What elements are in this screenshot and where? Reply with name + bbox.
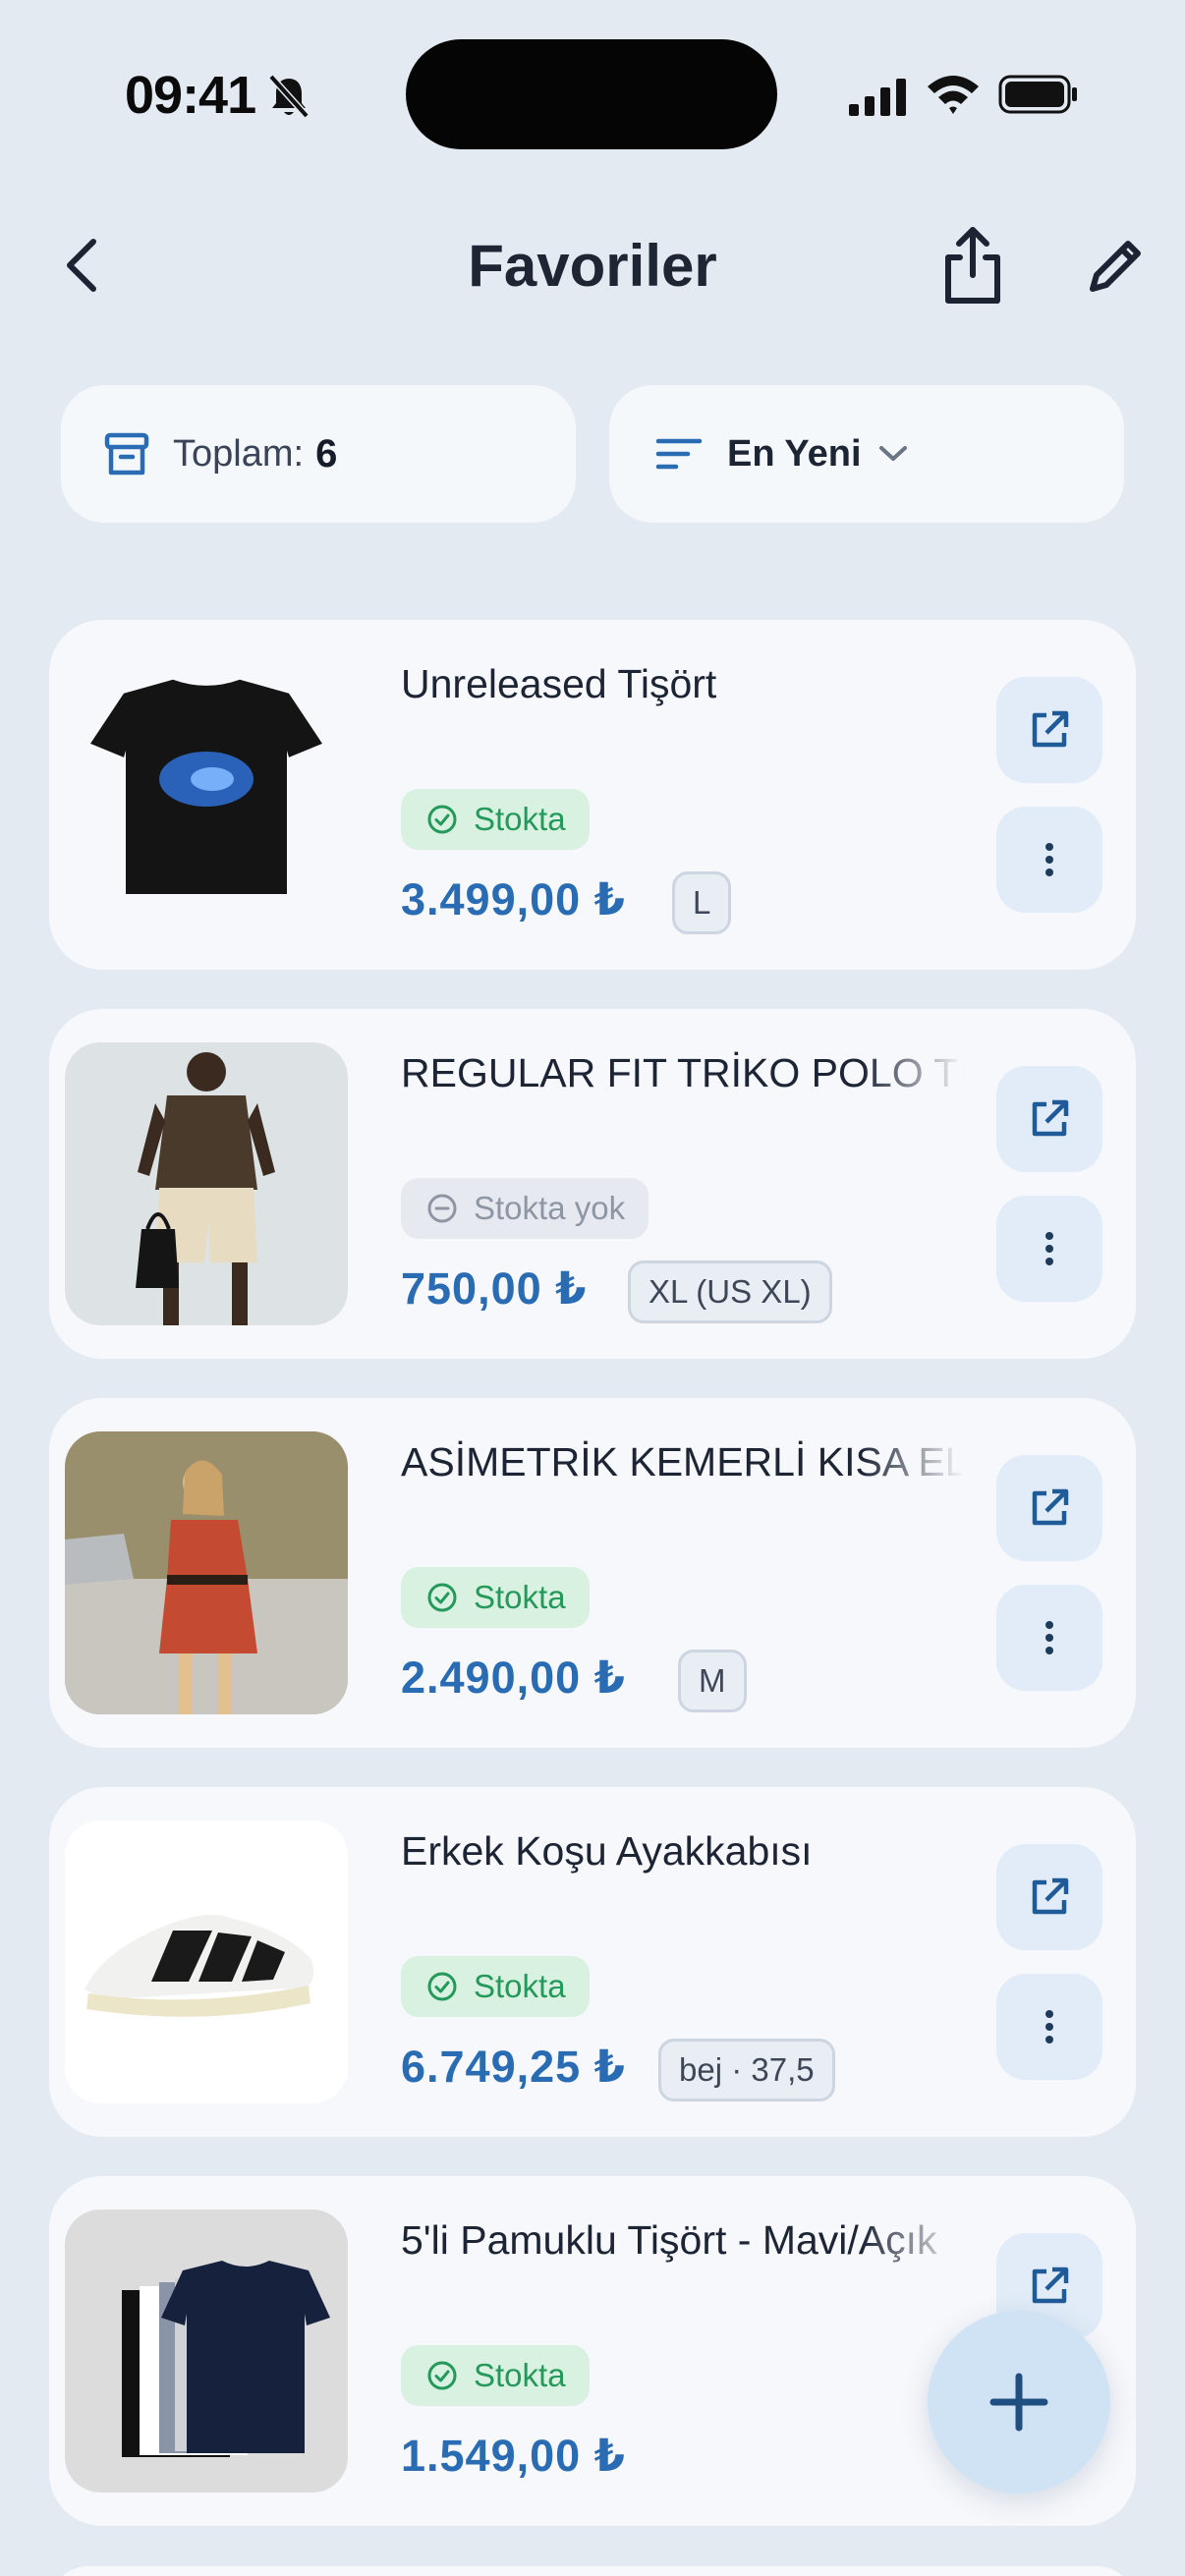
status-time: 09:41: [125, 66, 256, 125]
share-button[interactable]: [938, 224, 1007, 307]
bell-muted-icon: [268, 74, 310, 119]
stock-badge: Stokta: [401, 2345, 590, 2406]
tshirt-pack-image: [65, 2210, 348, 2492]
more-options-button[interactable]: [996, 807, 1102, 913]
open-link-button[interactable]: [996, 1066, 1102, 1172]
battery-icon: [998, 75, 1077, 114]
sort-label: En Yeni: [727, 432, 862, 475]
external-link-icon: [1032, 1099, 1069, 1137]
favorite-item-card[interactable]: Unreleased Tişört Stokta 3.499,00 ₺ L: [49, 620, 1136, 970]
edit-pencil-button[interactable]: [1081, 232, 1150, 301]
add-favorite-button[interactable]: [928, 2311, 1110, 2493]
variant-chip: XL (US XL): [628, 1260, 832, 1323]
total-label: Toplam:: [173, 432, 305, 475]
stock-badge: Stokta: [401, 789, 590, 850]
item-name: ASİMETRİK KEMERLİ KISA ELBİSE: [401, 1439, 963, 1484]
favorite-item-card[interactable]: Erkek Koşu Ayakkabısı Stokta 6.749,25 ₺ …: [49, 1787, 1136, 2137]
chevron-down-icon: [878, 446, 907, 461]
item-name: Erkek Koşu Ayakkabısı: [401, 1828, 813, 1874]
stock-badge: Stokta: [401, 1956, 590, 2017]
stock-badge: Stokta: [401, 1567, 590, 1628]
favorite-item-card[interactable]: REGULAR FIT TRİKO POLO TİŞÖRT Stokta yok…: [49, 1009, 1136, 1359]
variant-chip: bej · 37,5: [658, 2039, 835, 2101]
favorite-item-card[interactable]: ASİMETRİK KEMERLİ KISA ELBİSE Stokta 2.4…: [49, 1398, 1136, 1748]
dynamic-island: [406, 39, 777, 149]
sort-lines-icon: [655, 438, 703, 470]
item-price: 2.490,00 ₺: [401, 1652, 626, 1703]
check-circle-icon: [427, 1972, 457, 2001]
stock-label: Stokta: [474, 2357, 566, 2393]
open-link-button[interactable]: [996, 677, 1102, 783]
variant-chip: L: [672, 871, 732, 934]
stock-badge: Stokta yok: [401, 1178, 649, 1239]
sort-dropdown[interactable]: En Yeni: [609, 385, 1124, 523]
stock-label: Stokta: [474, 801, 566, 837]
next-item-card-peek[interactable]: [49, 2566, 1136, 2576]
more-options-button[interactable]: [996, 1196, 1102, 1302]
open-link-button[interactable]: [996, 1844, 1102, 1950]
status-bar: 09:41: [0, 0, 1185, 187]
item-price: 6.749,25 ₺: [401, 2042, 626, 2092]
check-circle-icon: [427, 805, 457, 834]
external-link-icon: [1032, 1488, 1069, 1526]
open-link-button[interactable]: [996, 1455, 1102, 1561]
more-vertical-icon: [1045, 2010, 1053, 2044]
stock-label: Stokta: [474, 1968, 566, 2004]
external-link-icon: [1032, 1877, 1069, 1915]
more-vertical-icon: [1045, 1621, 1053, 1654]
black-tshirt-image: [65, 653, 348, 936]
item-name: 5'li Pamuklu Tişört - Mavi/Açık: [401, 2217, 937, 2263]
external-link-icon: [1032, 710, 1069, 748]
check-circle-icon: [427, 1583, 457, 1612]
item-price: 750,00 ₺: [401, 1263, 588, 1314]
item-name: Unreleased Tişört: [401, 661, 717, 706]
more-vertical-icon: [1045, 843, 1053, 876]
external-link-icon: [1032, 2267, 1069, 2304]
red-dress-model-image: [65, 1431, 348, 1714]
polo-model-image: [65, 1042, 348, 1325]
stock-label: Stokta yok: [474, 1190, 626, 1226]
more-options-button[interactable]: [996, 1585, 1102, 1691]
more-vertical-icon: [1045, 1232, 1053, 1265]
wifi-icon: [928, 76, 979, 114]
archive-box-icon: [104, 432, 149, 476]
total-count-pill: Toplam: 6: [61, 385, 576, 523]
item-price: 1.549,00 ₺: [401, 2431, 626, 2481]
page-title: Favoriler: [468, 233, 717, 299]
check-circle-icon: [427, 2361, 457, 2390]
plus-icon: [989, 2373, 1048, 2432]
variant-chip: M: [678, 1650, 747, 1712]
stock-label: Stokta: [474, 1579, 566, 1615]
item-price: 3.499,00 ₺: [401, 874, 626, 924]
more-options-button[interactable]: [996, 1974, 1102, 2080]
minus-circle-icon: [427, 1194, 457, 1223]
running-shoe-image: [65, 1820, 348, 2103]
total-count: 6: [315, 431, 338, 476]
item-name: REGULAR FIT TRİKO POLO TİŞÖRT: [401, 1050, 963, 1095]
cellular-signal-icon: [849, 79, 906, 116]
